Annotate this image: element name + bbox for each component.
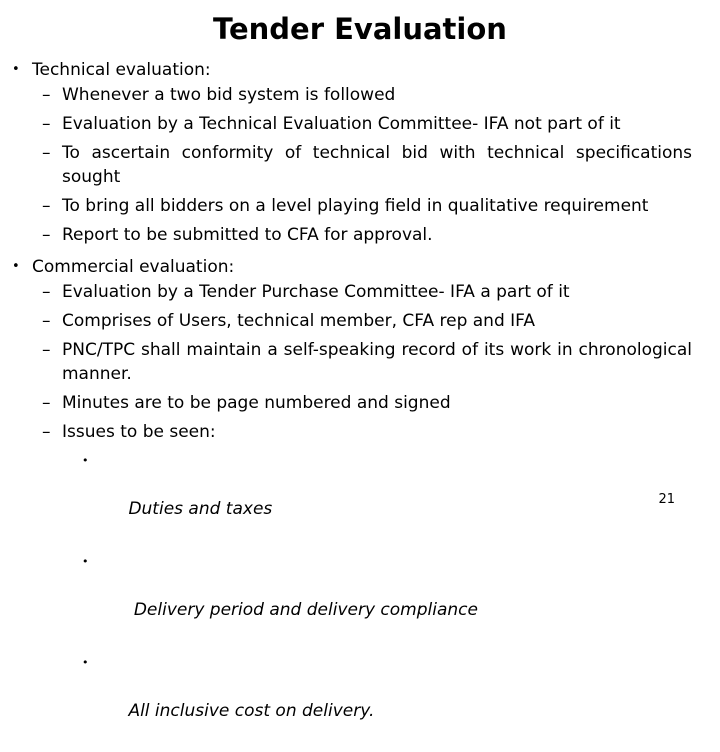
list-item-label: PNC/TPC shall maintain a self-speaking r… [62, 340, 692, 384]
sub-list-item: • All inclusive cost on delivery. [0, 651, 720, 747]
list-item: – Report to be submitted to CFA for appr… [0, 223, 720, 247]
list-item: – Issues to be seen: [0, 420, 720, 444]
bullet-dash-icon: – [42, 114, 51, 134]
list-item-label: Evaluation by a Technical Evaluation Com… [62, 114, 621, 134]
list-item: – Whenever a two bid system is followed [0, 83, 720, 107]
list-item: – Evaluation by a Tender Purchase Commit… [0, 280, 720, 304]
page-title: Tender Evaluation [213, 12, 507, 46]
list-item: – Evaluation by a Technical Evaluation C… [0, 112, 720, 136]
section-heading-label: Commercial evaluation: [32, 257, 235, 277]
bullet-dash-icon: – [42, 85, 51, 105]
list-item-label: Evaluation by a Tender Purchase Committe… [62, 282, 570, 302]
bullet-dash-icon: – [42, 282, 51, 302]
bullet-dot-icon: • [12, 62, 20, 77]
sub-list-item-label: Duties and taxes [128, 499, 273, 519]
bullet-dash-icon: – [42, 311, 51, 331]
list-item: – Comprises of Users, technical member, … [0, 309, 720, 333]
list-item: – To ascertain conformity of technical b… [0, 141, 720, 189]
bullet-dot-icon: • [82, 454, 89, 467]
sub-list-item: • Duties and taxes [0, 449, 720, 545]
bullet-dash-icon: – [42, 393, 51, 413]
list-item-label: To bring all bidders on a level playing … [62, 196, 649, 216]
slide: Tender Evaluation • Technical evaluation… [0, 0, 720, 721]
sub-list-item-label: All inclusive cost on delivery. [128, 701, 375, 721]
list-item-label: To ascertain conformity of technical bid… [62, 143, 692, 187]
list-item: – Minutes are to be page numbered and si… [0, 391, 720, 415]
section-heading-label: Technical evaluation: [32, 60, 211, 80]
page-number: 21 [658, 492, 675, 507]
sub-list-item: • Delivery period and delivery complianc… [0, 550, 720, 646]
bullet-dash-icon: – [42, 422, 51, 442]
bullet-dot-icon: • [82, 555, 89, 568]
bullet-dash-icon: – [42, 340, 51, 360]
sub-list-item-label: Delivery period and delivery compliance [128, 600, 478, 620]
list-item: – To bring all bidders on a level playin… [0, 194, 720, 218]
bullet-dash-icon: – [42, 225, 51, 245]
list-item: – PNC/TPC shall maintain a self-speaking… [0, 338, 720, 386]
section-heading-technical: • Technical evaluation: [0, 58, 720, 82]
list-item-label: Whenever a two bid system is followed [62, 85, 396, 105]
bullet-dot-icon: • [12, 259, 20, 274]
bullet-dash-icon: – [42, 196, 51, 216]
list-item-label: Report to be submitted to CFA for approv… [62, 225, 433, 245]
list-item-label: Minutes are to be page numbered and sign… [62, 393, 451, 413]
list-item-label: Comprises of Users, technical member, CF… [62, 311, 536, 331]
slide-body: • Technical evaluation: – Whenever a two… [0, 58, 720, 752]
list-item-label: Issues to be seen: [62, 422, 216, 442]
bullet-dot-icon: • [82, 656, 89, 669]
section-heading-commercial: • Commercial evaluation: [0, 255, 720, 279]
bullet-dash-icon: – [42, 143, 51, 163]
